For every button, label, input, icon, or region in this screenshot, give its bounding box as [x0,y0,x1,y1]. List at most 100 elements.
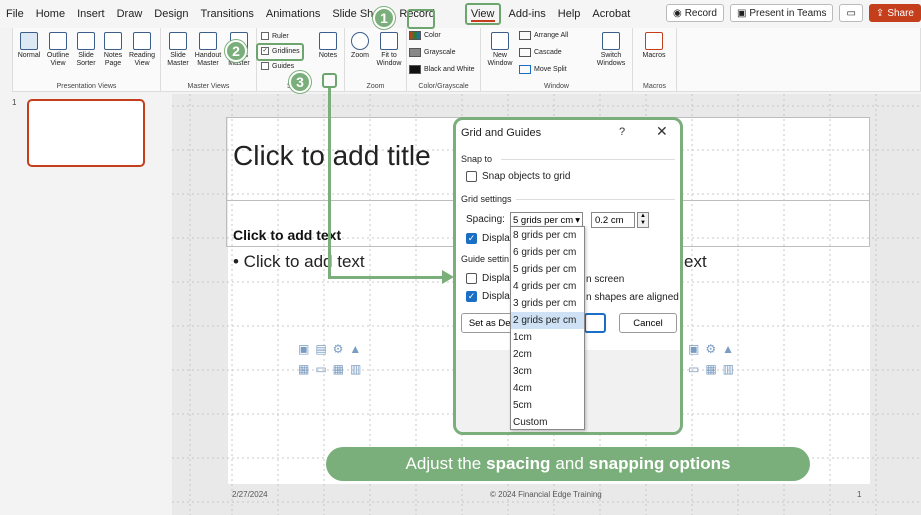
notes-button[interactable]: Notes [317,32,339,60]
dropdown-option[interactable]: 3cm [511,363,584,380]
group-master-views: Slide Master Handout Master Notes Master… [161,28,257,92]
slide-master-label: Slide Master [167,52,189,67]
record-button-label: Record [684,7,717,19]
guides-checkbox[interactable]: Guides [261,62,294,70]
slide-sorter-button[interactable]: Slide Sorter [73,32,99,68]
dropdown-option[interactable]: 2cm [511,346,584,363]
tab-animations[interactable]: Animations [260,0,326,28]
bullet-text: • Click to add text [233,252,365,271]
tab-acrobat[interactable]: Acrobat [586,0,636,28]
tab-view[interactable]: View [464,3,501,25]
dropdown-option[interactable]: Custom [511,414,584,431]
cascade-button[interactable]: Cascade [519,48,562,57]
snap-to-heading: Snap to [461,154,493,164]
dropdown-option[interactable]: 4 grids per cm [511,278,584,295]
group-zoom: Zoom Fit to Window Zoom [345,28,407,92]
tab-home[interactable]: Home [30,0,71,28]
display-guides-box [466,273,477,284]
dialog-title: Grid and Guides [461,127,542,139]
content-icons-left-top[interactable]: ▣▤⚙▲ [298,342,367,356]
display-guides-checkbox[interactable]: Displa [466,273,510,284]
handout-master-icon [199,32,217,50]
zoom-button[interactable]: Zoom [349,32,371,60]
content-icons-right-bottom[interactable]: ▭▦▥ [688,362,740,376]
group-macros: Macros Macros [633,28,677,92]
tab-design[interactable]: Design [148,0,194,28]
dropdown-option[interactable]: 5 grids per cm [511,261,584,278]
dropdown-option-selected[interactable]: 2 grids per cm [511,312,584,329]
slide-master-button[interactable]: Slide Master [165,32,191,68]
black-white-icon [409,65,421,74]
tab-draw[interactable]: Draw [111,0,149,28]
grayscale-button[interactable]: Grayscale [409,48,456,57]
ok-button[interactable] [584,313,606,333]
tab-transitions[interactable]: Transitions [195,0,260,28]
color-label: Color [424,32,441,39]
caption-pre: Adjust the [405,454,482,473]
footer-date: 2/27/2024 [232,490,268,499]
dropdown-option[interactable]: 4cm [511,380,584,397]
arrange-all-button[interactable]: Arrange All [519,31,568,40]
cascade-icon [519,48,531,57]
color-button[interactable]: Color [409,31,441,40]
dropdown-option[interactable]: 5cm [511,397,584,414]
grid-settings-heading: Grid settings [461,194,512,204]
record-button[interactable]: ◉ Record [665,4,724,22]
title-placeholder-text: Click to add title [233,140,431,171]
display-guides-label: Displa [482,273,510,284]
slide-thumbnail[interactable] [27,99,145,167]
outline-view-button[interactable]: Outline View [45,32,71,68]
tab-help[interactable]: Help [552,0,587,28]
reading-view-button[interactable]: Reading View [127,32,157,68]
dropdown-option[interactable]: 8 grids per cm [511,227,584,244]
cancel-button[interactable]: Cancel [619,313,677,333]
spacing-dropdown-list: 8 grids per cm 6 grids per cm 5 grids pe… [510,226,585,430]
show-launcher-highlight[interactable] [322,73,337,88]
color-group-label: Color/Grayscale [418,83,469,90]
fit-to-window-button[interactable]: Fit to Window [373,32,405,68]
spacing-label: Spacing: [466,214,505,225]
caption-bold-snapping: snapping options [588,454,731,473]
black-white-label: Black and White [424,66,475,73]
ruler-checkbox-box [261,32,269,40]
new-window-button[interactable]: New Window [485,32,515,68]
share-button-label: Share [887,7,914,19]
tab-file[interactable]: File [0,0,30,28]
black-white-button[interactable]: Black and White [409,65,475,74]
share-button[interactable]: ⇪ Share [868,4,921,22]
content-icons-right-top[interactable]: ▣⚙▲ [688,342,740,356]
dropdown-option[interactable]: 6 grids per cm [511,244,584,261]
spacing-stepper[interactable]: ▲ ▼ [637,212,649,228]
arrange-all-icon [519,31,531,40]
tab-insert[interactable]: Insert [71,0,111,28]
switch-windows-button[interactable]: Switch Windows [593,32,629,68]
connector-vertical [328,88,331,278]
snap-to-divider [501,159,675,160]
macros-icon [645,32,663,50]
comment-icon: ▭ [846,7,856,19]
comments-button[interactable]: ▭ [839,4,863,22]
tab-add-ins[interactable]: Add-ins [503,0,552,28]
present-in-teams-button[interactable]: ▣ Present in Teams [729,4,834,22]
snap-objects-checkbox[interactable]: Snap objects to grid [466,171,570,182]
dropdown-option[interactable]: 1cm [511,329,584,346]
handout-master-button[interactable]: Handout Master [193,32,223,68]
spacing-number-input[interactable]: 0.2 cm [591,212,635,228]
ruler-checkbox[interactable]: Ruler [261,32,289,40]
content-icons-left-bottom[interactable]: ▦▭▦▥ [298,362,367,376]
close-button[interactable]: ✕ [656,123,668,140]
dropdown-option[interactable]: 3 grids per cm [511,295,584,312]
new-window-icon [491,32,509,50]
normal-view-button[interactable]: Normal [17,32,41,60]
display-grid-checkbox[interactable]: ✓ Displa [466,233,510,244]
macros-button[interactable]: Macros [639,32,669,60]
callout-3: 3 [289,71,311,93]
smart-guides-checkbox[interactable]: ✓ Displa [466,291,510,302]
subtitle-text: Click to add text [233,227,342,243]
reading-view-label: Reading View [128,52,156,67]
notes-page-button[interactable]: Notes Page [101,32,125,68]
move-split-button[interactable]: Move Split [519,65,567,74]
help-button[interactable]: ? [619,126,625,138]
notes-page-icon [104,32,122,50]
display-grid-box: ✓ [466,233,477,244]
